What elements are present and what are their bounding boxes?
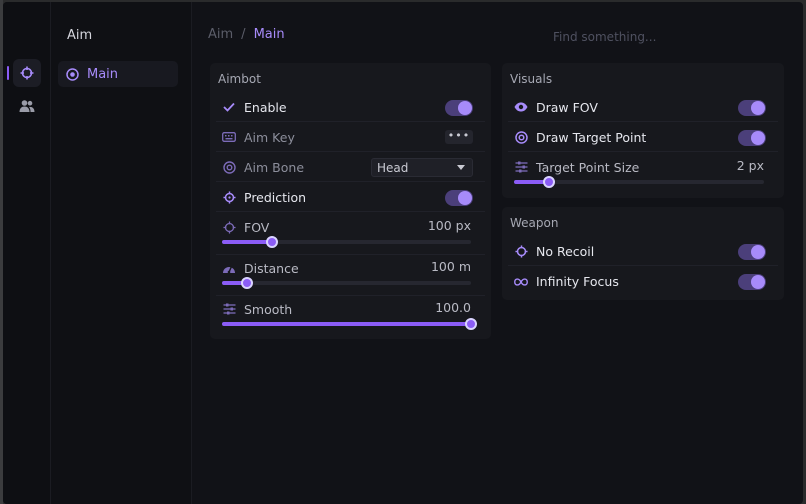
slider-thumb[interactable] [265,236,278,248]
slider-thumb[interactable] [465,318,477,330]
target-point-size-label: Target Point Size [536,159,640,175]
rail-active-indicator [7,66,9,80]
sub-sidebar-item-main[interactable]: Main [58,61,178,87]
distance-value: 100 m [430,259,471,274]
toggle-knob [751,131,765,145]
infinity-focus-label: Infinity Focus [536,274,619,289]
enable-label: Enable [244,99,287,115]
slider-fill [222,240,272,244]
smooth-label: Smooth [244,301,293,317]
target-point-size-slider[interactable] [514,176,764,188]
target-point-size-value: 2 px [736,158,764,173]
visuals-panel-title: Visuals [510,72,553,86]
users-icon [19,100,35,112]
search-input[interactable] [551,26,715,48]
aim-bone-value: Head [377,160,409,175]
draw-target-point-row: Draw Target Point [508,123,778,152]
target-icon [514,130,528,144]
no-recoil-toggle[interactable] [738,244,766,260]
breadcrumb-parent[interactable]: Aim [208,27,233,42]
toggle-knob [751,275,765,289]
app-window: Aim Main Aim / Main Aimbot Enable Aim Ke… [3,2,803,504]
prediction-row: Prediction [216,183,485,212]
crosshair-icon [514,244,528,258]
draw-target-point-toggle[interactable] [738,130,766,146]
fov-slider[interactable] [222,236,471,248]
slider-thumb[interactable] [240,277,253,289]
no-recoil-label: No Recoil [536,243,595,259]
check-icon [223,102,235,112]
smooth-slider[interactable] [222,318,477,330]
draw-fov-label: Draw FOV [536,99,598,115]
chevron-down-icon [457,165,465,170]
target-icon [222,160,236,174]
aim-key-row: Aim Key ••• [216,123,485,152]
target-icon [66,67,79,81]
enable-row: Enable [216,93,485,122]
toggle-knob [458,191,472,205]
crosshair-icon [222,220,236,234]
slider-thumb[interactable] [543,176,555,188]
toggle-knob [751,245,765,259]
aim-bone-select[interactable]: Head [371,158,473,177]
distance-label: Distance [244,260,299,276]
weapon-panel: Weapon No Recoil Infinity Focus [502,207,784,300]
crosshair-icon [222,190,236,204]
eye-icon [514,102,528,112]
no-recoil-row: No Recoil [508,237,778,266]
crosshair-icon [20,66,34,80]
slider-fill [222,322,471,326]
gauge-icon [223,265,235,273]
icon-rail [3,2,51,504]
sliders-icon [515,161,527,173]
draw-target-point-label: Draw Target Point [536,129,647,145]
infinity-focus-row: Infinity Focus [508,267,778,296]
prediction-toggle[interactable] [445,190,473,206]
sub-sidebar-item-label: Main [87,66,119,82]
aimbot-panel: Aimbot Enable Aim Key ••• Aim Bone Head … [210,63,491,339]
weapon-panel-title: Weapon [510,216,559,230]
breadcrumb: Aim / Main [208,27,285,42]
fov-slider-row: FOV 100 px [216,215,485,255]
aimbot-panel-title: Aimbot [218,72,261,86]
fov-label: FOV [244,219,270,235]
infinity-icon [514,277,528,286]
distance-slider[interactable] [222,277,471,289]
fov-value: 100 px [427,218,471,233]
draw-fov-toggle[interactable] [738,100,766,116]
sub-sidebar-title: Aim [67,28,93,43]
breadcrumb-separator: / [241,27,246,42]
breadcrumb-current: Main [253,27,285,42]
aim-key-button[interactable]: ••• [445,130,473,144]
keyboard-icon [222,132,236,142]
target-point-size-row: Target Point Size 2 px [508,155,778,195]
aim-key-label: Aim Key [244,129,295,145]
draw-fov-row: Draw FOV [508,93,778,122]
prediction-label: Prediction [244,189,307,205]
infinity-focus-toggle[interactable] [738,274,766,290]
toggle-knob [751,101,765,115]
rail-item-aim[interactable] [13,59,41,87]
sub-sidebar: Aim Main [51,2,192,504]
distance-slider-row: Distance 100 m [216,256,485,296]
visuals-panel: Visuals Draw FOV Draw Target Point Targe… [502,63,784,198]
aim-bone-row: Aim Bone Head [216,153,485,182]
sliders-icon [223,303,235,315]
smooth-slider-row: Smooth 100.0 [216,297,485,337]
aim-bone-label: Aim Bone [244,159,305,175]
toggle-knob [458,101,472,115]
rail-item-players[interactable] [13,92,41,120]
enable-toggle[interactable] [445,100,473,116]
smooth-value: 100.0 [435,300,471,315]
